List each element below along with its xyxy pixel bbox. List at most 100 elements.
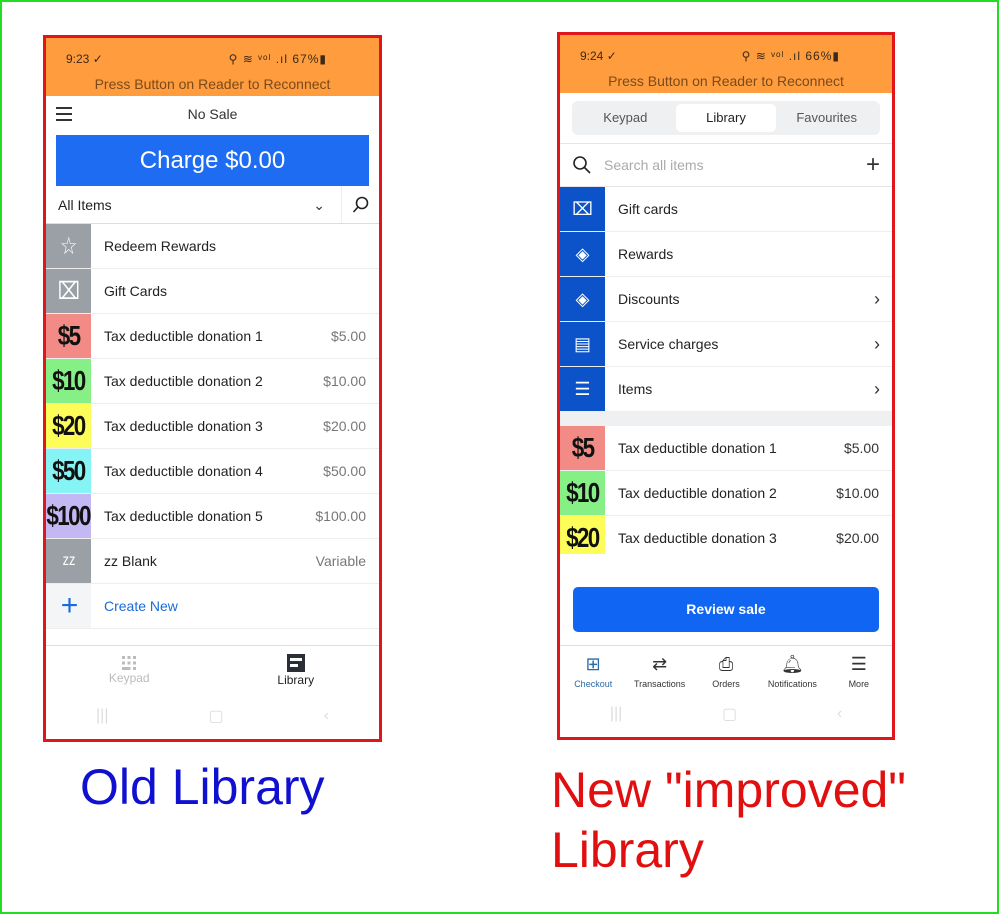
search-button[interactable] [341, 186, 379, 223]
tile-label: $50 [52, 455, 86, 486]
item-name: Tax deductible donation 2 [104, 373, 263, 389]
tab-library[interactable]: Library [675, 104, 777, 132]
item-price: $50.00 [323, 463, 366, 479]
items-tray-icon: ☰ [560, 367, 605, 411]
item-price [366, 224, 379, 268]
tab-label: Keypad [108, 670, 150, 685]
list-item[interactable]: $100 Tax deductible donation 5 $100.00 [46, 494, 379, 539]
tab-more[interactable]: ☰ More [826, 646, 892, 697]
recents-icon[interactable]: ||| [610, 705, 622, 723]
category-gift-cards[interactable]: ⌧ Gift cards [560, 187, 892, 232]
list-item[interactable]: ☆ Redeem Rewards [46, 224, 379, 269]
tab-label: More [848, 679, 870, 689]
category-label: Items [618, 381, 653, 397]
more-menu-icon: ☰ [850, 654, 867, 674]
tab-notifications[interactable]: 🔔︎ Notifications [759, 646, 825, 697]
item-tile: $10 [560, 471, 605, 515]
tile-label: $20 [52, 410, 86, 441]
category-label: Service charges [618, 336, 719, 352]
new-library-phone: 9:24 ✓ ⚲ ≋ ᵛᵒˡ .ıl 66%▮ Press Button on … [557, 32, 895, 740]
item-tile: $20 [46, 404, 91, 448]
star-icon: ☆ [59, 232, 78, 260]
gift-card-icon: ⌧ [57, 277, 80, 305]
tab-transactions[interactable]: ⇄ Transactions [626, 646, 692, 697]
home-icon[interactable]: ▢ [208, 706, 223, 726]
item-tile: $20 [560, 516, 605, 554]
old-library-phone: 9:23 ✓ ⚲ ≋ ᵛᵒˡ .ıl 67%▮ Press Button on … [43, 35, 382, 742]
header: No Sale [46, 96, 379, 132]
search-input[interactable]: Search all items [592, 157, 866, 173]
rewards-tag-icon: ◈ [560, 232, 605, 276]
item-tile: $5 [46, 314, 91, 358]
tab-bar: Keypad Library [46, 645, 379, 693]
item-price: $10.00 [323, 373, 366, 389]
item-name: Tax deductible donation 1 [618, 440, 777, 456]
category-discounts[interactable]: ◈ Discounts › [560, 277, 892, 322]
review-sale-button[interactable]: Review sale [573, 587, 879, 632]
item-name: Tax deductible donation 3 [104, 418, 263, 434]
tab-keypad[interactable]: Keypad [575, 104, 676, 132]
home-icon[interactable]: ▢ [722, 704, 737, 724]
item-price: $5.00 [843, 440, 879, 456]
item-name: zz Blank [104, 553, 157, 569]
list-item[interactable]: $5 Tax deductible donation 1 $5.00 [46, 314, 379, 359]
item-name: Redeem Rewards [104, 238, 217, 254]
orders-bag-icon: ⎙ [718, 654, 734, 674]
back-icon[interactable]: ‹ [837, 705, 842, 723]
gift-card-icon: ⌧ [560, 187, 605, 231]
back-icon[interactable]: ‹ [324, 707, 329, 725]
item-price: $100.00 [315, 508, 366, 524]
list-item[interactable]: $20 Tax deductible donation 3 $20.00 [46, 404, 379, 449]
list-item[interactable]: $5 Tax deductible donation 1 $5.00 [560, 426, 892, 471]
tab-label: Orders [712, 679, 740, 689]
category-list: ⌧ Gift cards ◈ Rewards ◈ Discounts › ▤ Service c… [560, 187, 892, 412]
reconnect-banner[interactable]: Press Button on Reader to Reconnect [46, 76, 379, 92]
add-icon[interactable]: + [866, 151, 880, 179]
category-items[interactable]: ☰ Items › [560, 367, 892, 412]
chevron-right-icon: › [874, 378, 880, 399]
tile-label: zz [62, 552, 75, 569]
category-rewards[interactable]: ◈ Rewards [560, 232, 892, 277]
menu-icon[interactable] [56, 107, 72, 121]
status-bar: 9:24 ✓ ⚲ ≋ ᵛᵒˡ .ıl 66%▮ Press Button on … [560, 35, 892, 93]
list-item[interactable]: $10 Tax deductible donation 2 $10.00 [560, 471, 892, 516]
list-item[interactable]: $20 Tax deductible donation 3 $20.00 [560, 516, 892, 554]
list-item[interactable]: $50 Tax deductible donation 4 $50.00 [46, 449, 379, 494]
category-label: Gift cards [618, 201, 678, 217]
category-label: Rewards [618, 246, 674, 262]
tab-orders[interactable]: ⎙ Orders [693, 646, 759, 697]
tile-label: $5 [57, 320, 81, 351]
item-name: Tax deductible donation 5 [104, 508, 263, 524]
item-list: ☆ Redeem Rewards ⌧ Gift Cards $5 Tax deductib… [46, 224, 379, 629]
reconnect-banner[interactable]: Press Button on Reader to Reconnect [560, 73, 892, 89]
item-price: Variable [315, 553, 366, 569]
recents-icon[interactable]: ||| [96, 707, 108, 725]
chevron-right-icon: › [874, 288, 880, 309]
item-name: Tax deductible donation 4 [104, 463, 263, 479]
tab-library[interactable]: Library [213, 646, 380, 693]
tab-keypad[interactable]: Keypad [46, 646, 213, 693]
item-tile: $10 [46, 359, 91, 403]
list-item[interactable]: ⌧ Gift Cards [46, 269, 379, 314]
tab-checkout[interactable]: ⊞ Checkout [560, 646, 626, 697]
item-tile: $50 [46, 449, 91, 493]
item-name: Gift Cards [104, 283, 168, 299]
notifications-bell-icon: 🔔︎ [780, 654, 804, 674]
tile-label: $10 [566, 477, 600, 508]
tab-favourites[interactable]: Favourites [776, 104, 877, 132]
item-name: Tax deductible donation 3 [618, 530, 777, 546]
system-nav-bar: ||| ▢ ‹ [46, 693, 379, 739]
charge-button[interactable]: Charge $0.00 [56, 135, 369, 186]
caption-new-library: New "improved" Library [551, 760, 906, 880]
category-service-charges[interactable]: ▤ Service charges › [560, 322, 892, 367]
discount-tag-icon: ◈ [560, 277, 605, 321]
list-item[interactable]: zz zz Blank Variable [46, 539, 379, 584]
category-label: Discounts [618, 291, 680, 307]
item-name: Tax deductible donation 1 [104, 328, 263, 344]
category-dropdown[interactable]: All Items ⌄ [46, 186, 341, 223]
item-tile: ⌧ [46, 269, 91, 313]
list-item[interactable]: $10 Tax deductible donation 2 $10.00 [46, 359, 379, 404]
create-new-item[interactable]: + Create New [46, 584, 379, 629]
item-price: $20.00 [323, 418, 366, 434]
status-bar: 9:23 ✓ ⚲ ≋ ᵛᵒˡ .ıl 67%▮ Press Button on … [46, 38, 379, 96]
